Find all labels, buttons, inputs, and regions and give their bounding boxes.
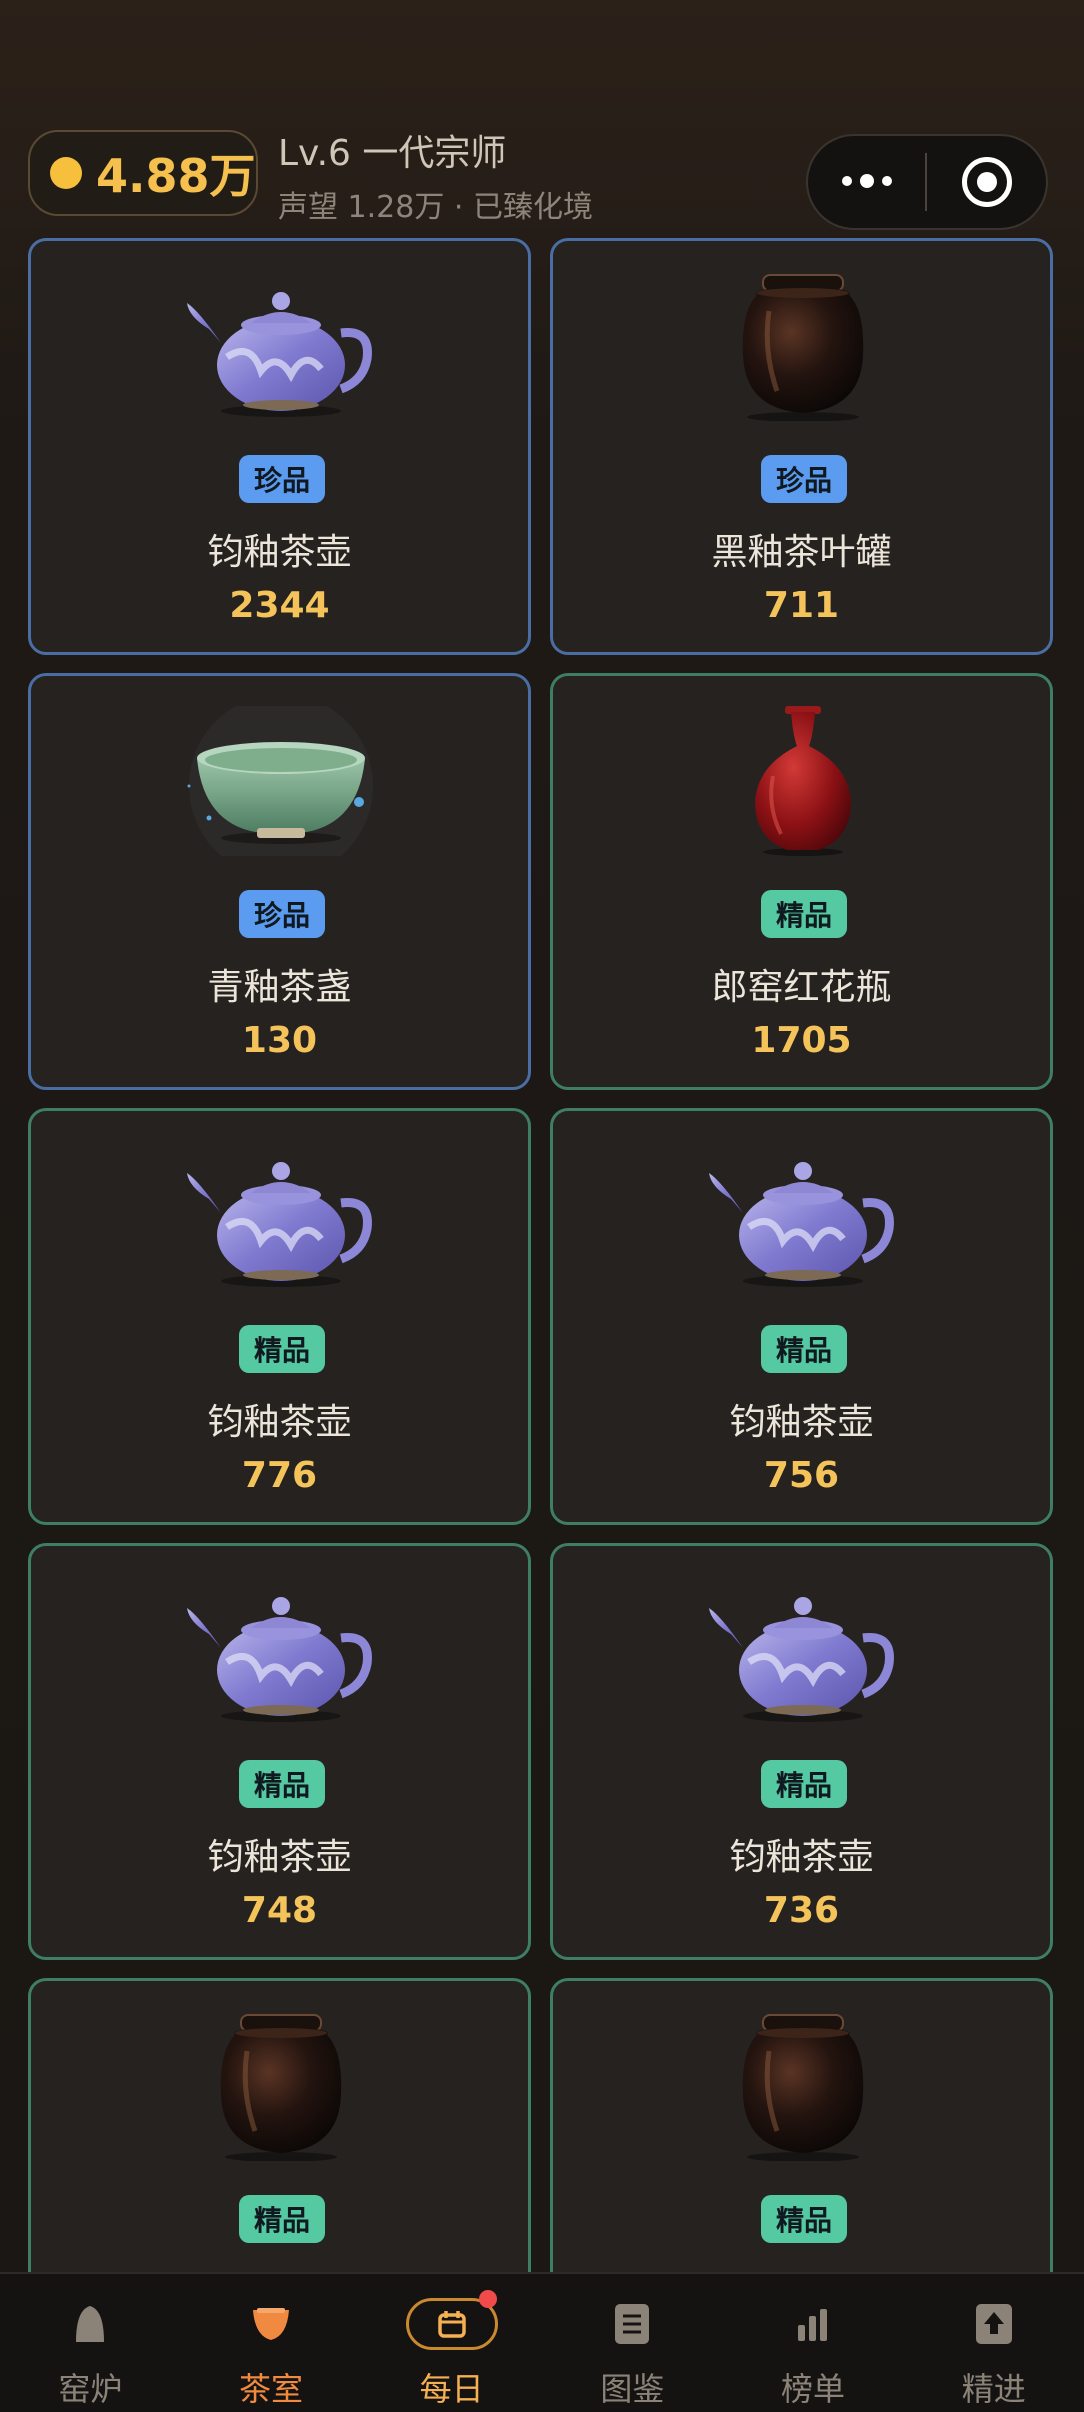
bottom-tab-bar: 窑炉 茶室 每日 图鉴 榜单 精进 [0,2272,1084,2412]
tab-label: 窑炉 [58,2370,123,2408]
item-price: 748 [241,1890,318,1931]
tier-badge: 珍品 [239,455,325,503]
item-card[interactable]: 珍品钧釉茶壶 2344 [28,238,531,655]
blue-teapot-icon [181,1576,381,1726]
player-level: Lv.6 一代宗师 [278,133,507,174]
tab-label: 茶室 [239,2370,304,2408]
item-name: 钧釉茶壶 [207,1837,352,1878]
collection-grid: 珍品 钧釉茶壶 2344 珍品 黑釉茶叶罐 711 珍品 青釉茶盏 130 精品 郎窑红花瓶 1705… [28,238,1056,2272]
celadon-tea-bowl-icon [181,694,381,878]
blue-teapot-icon [703,1141,903,1291]
tier-badge: 精品 [761,1760,847,1808]
item-price: 2344 [229,585,330,626]
tab-catalog[interactable]: 图鉴 [542,2274,723,2412]
item-name: 黑釉茶叶罐 [31,2263,528,2272]
item-price: 130 [241,1020,318,1061]
ranking-icon [796,2296,830,2352]
item-card[interactable]: 珍品青釉茶盏 130 [28,673,531,1090]
coin-balance[interactable]: 4.88万 [28,130,258,216]
item-name: 钧釉茶壶 [207,1402,352,1443]
item-name: 青釉茶盏 [207,967,352,1008]
tier-badge: 精品 [239,1325,325,1373]
item-card[interactable]: 精品钧釉茶壶 736 [550,1543,1053,1960]
more-options-button[interactable] [808,174,925,188]
item-card[interactable]: 精品郎窑红花瓶 1705 [550,673,1053,1090]
item-price: 756 [763,1455,840,1496]
tab-label: 每日 [419,2370,484,2408]
item-price: 1705 [751,1020,852,1061]
blue-teapot-icon [703,1576,903,1726]
tab-label: 图鉴 [600,2370,665,2408]
tab-daily[interactable]: 每日 [361,2274,542,2412]
close-target-icon [961,157,1012,207]
item-name: 钧釉茶壶 [207,532,352,573]
fame-status: 声望 1.28万 · 已臻化境 [278,190,593,225]
tier-badge: 珍品 [761,455,847,503]
tea-cup-icon [251,2296,291,2352]
item-name: 黑釉茶叶罐 [553,2263,1050,2272]
tier-badge: 精品 [239,2195,325,2243]
tier-badge: 精品 [761,1325,847,1373]
item-card[interactable]: 珍品黑釉茶叶罐 711 [550,238,1053,655]
black-tea-jar-icon [703,271,903,422]
item-card[interactable]: 精品钧釉茶壶 756 [550,1108,1053,1525]
blue-teapot-icon [181,271,381,421]
item-name: 黑釉茶叶罐 [711,532,892,573]
item-name: 郎窑红花瓶 [711,967,892,1008]
blue-teapot-icon [181,1141,381,1291]
item-card[interactable]: 精品钧釉茶壶 776 [28,1108,531,1525]
red-vase-icon [703,706,903,856]
item-card[interactable]: 精品黑釉茶叶罐 [28,1978,531,2272]
item-name: 钧釉茶壶 [729,1837,874,1878]
coin-icon [50,157,82,189]
tab-ranking[interactable]: 榜单 [723,2274,904,2412]
tab-tearoom[interactable]: 茶室 [181,2274,362,2412]
top-bar: 4.88万 Lv.6 一代宗师 声望 1.28万 · 已臻化境 [0,0,1084,238]
item-price: 736 [763,1890,840,1931]
tier-badge: 精品 [761,2195,847,2243]
item-card[interactable]: 精品黑釉茶叶罐 [550,1978,1053,2272]
item-card[interactable]: 精品钧釉茶壶 748 [28,1543,531,1960]
tab-label: 精进 [961,2370,1026,2408]
tier-badge: 珍品 [239,890,325,938]
close-miniprogram-button[interactable] [927,157,1046,207]
tab-upgrade[interactable]: 精进 [903,2274,1084,2412]
miniprogram-capsule [806,134,1048,230]
tier-badge: 精品 [239,1760,325,1808]
tab-label: 榜单 [781,2370,846,2408]
tier-badge: 精品 [761,890,847,938]
black-tea-jar-icon [181,2011,381,2162]
black-tea-jar-icon [703,2011,903,2162]
upgrade-icon [975,2296,1012,2352]
item-name: 钧釉茶壶 [729,1402,874,1443]
coin-amount: 4.88万 [96,149,256,203]
kiln-icon [72,2296,108,2352]
catalog-icon [615,2296,650,2352]
item-price: 711 [763,585,840,626]
item-price: 776 [241,1455,318,1496]
tab-kiln[interactable]: 窑炉 [0,2274,181,2412]
